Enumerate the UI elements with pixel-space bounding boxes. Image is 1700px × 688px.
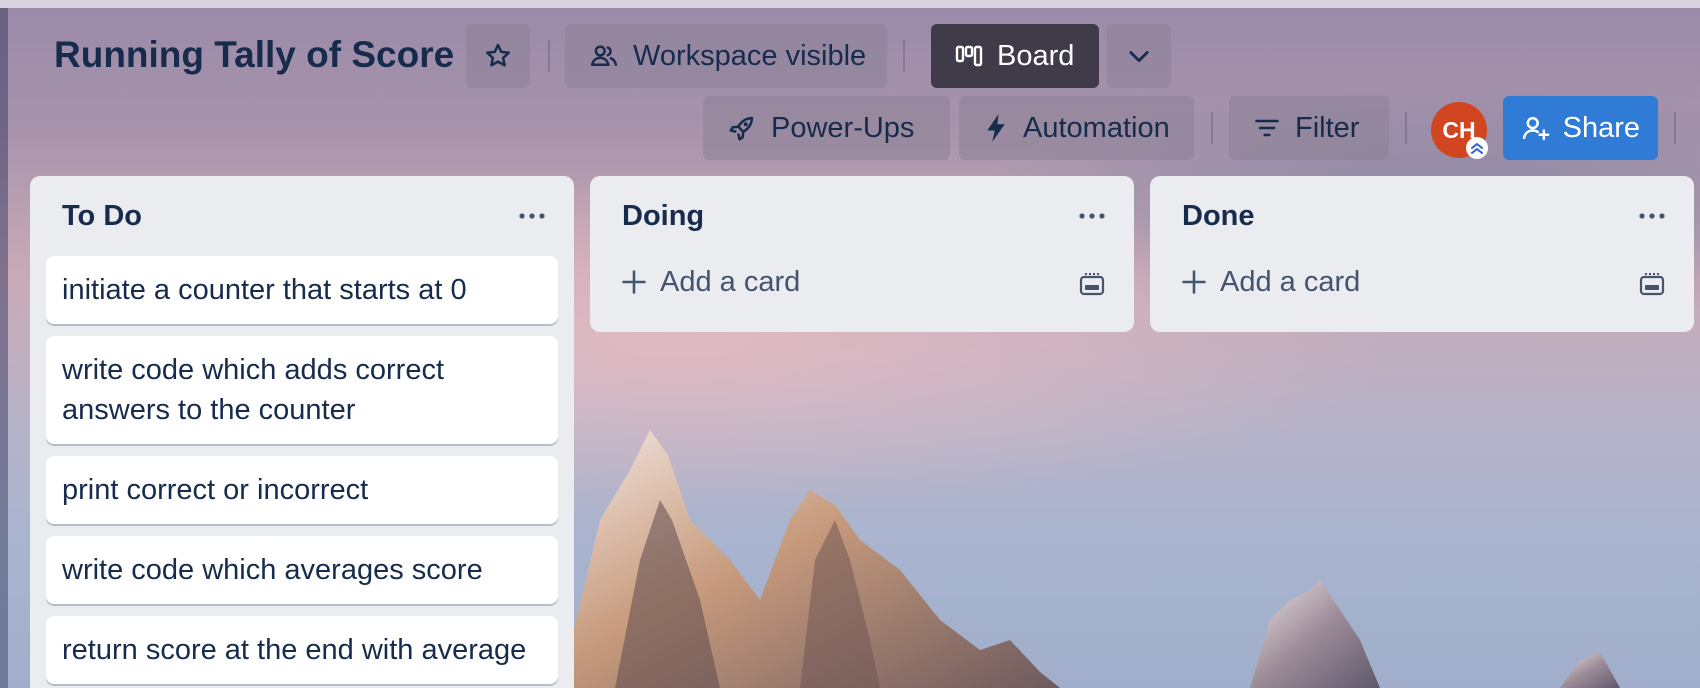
workspace-visibility-label: Workspace visible bbox=[633, 39, 867, 72]
card[interactable]: write code which averages score bbox=[46, 536, 558, 604]
board-title[interactable]: Running Tally of Score bbox=[54, 34, 454, 76]
list-menu-button[interactable] bbox=[516, 204, 548, 228]
share-label: Share bbox=[1562, 111, 1640, 144]
list-title[interactable]: Done bbox=[1182, 200, 1255, 233]
template-icon bbox=[1639, 273, 1665, 296]
board-view-label: Board bbox=[997, 39, 1075, 72]
rocket-icon bbox=[729, 116, 754, 141]
list-title[interactable]: Doing bbox=[622, 200, 704, 233]
template-icon bbox=[1079, 273, 1105, 296]
header-divider bbox=[1674, 112, 1676, 144]
header-divider bbox=[1405, 112, 1407, 144]
list-menu-button[interactable] bbox=[1076, 204, 1108, 228]
add-card-label: Add a card bbox=[660, 265, 801, 298]
lightning-icon bbox=[987, 114, 1005, 142]
plus-icon bbox=[622, 270, 646, 294]
chevron-down-icon bbox=[1129, 51, 1149, 63]
sidebar-edge bbox=[0, 8, 8, 688]
add-card-label: Add a card bbox=[1220, 265, 1361, 298]
automation-label: Automation bbox=[1023, 111, 1170, 144]
power-ups-label: Power-Ups bbox=[771, 111, 915, 144]
star-board-button[interactable] bbox=[466, 24, 530, 88]
card[interactable]: print correct or incorrect bbox=[46, 456, 558, 524]
board-view-button[interactable]: Board bbox=[931, 24, 1099, 88]
list-done[interactable]: Done Add a card bbox=[1150, 176, 1694, 332]
card[interactable]: initiate a counter that starts at 0 bbox=[46, 256, 558, 324]
add-card-button[interactable]: Add a card bbox=[1180, 262, 1360, 302]
create-from-template-button[interactable] bbox=[1078, 272, 1106, 303]
workspace-visibility-button[interactable]: Workspace visible bbox=[565, 24, 887, 88]
people-icon bbox=[590, 45, 618, 66]
add-person-icon bbox=[1522, 116, 1550, 141]
power-ups-button[interactable]: Power-Ups bbox=[703, 96, 950, 160]
list-menu-button[interactable] bbox=[1636, 204, 1668, 228]
filter-label: Filter bbox=[1295, 111, 1360, 144]
card[interactable]: return score at the end with average bbox=[46, 616, 558, 684]
add-card-button[interactable]: Add a card bbox=[620, 262, 800, 302]
more-icon bbox=[1639, 213, 1665, 219]
automation-button[interactable]: Automation bbox=[959, 96, 1194, 160]
filter-button[interactable]: Filter bbox=[1229, 96, 1389, 160]
header-divider bbox=[1211, 112, 1213, 144]
plus-icon bbox=[1182, 270, 1206, 294]
more-icon bbox=[519, 213, 545, 219]
create-from-template-button[interactable] bbox=[1638, 272, 1666, 303]
star-icon bbox=[486, 43, 510, 67]
list-to-do[interactable]: To Do initiate a counter that starts at … bbox=[30, 176, 574, 688]
chevrons-up-icon bbox=[1471, 143, 1483, 154]
window-top-edge bbox=[0, 0, 1700, 8]
share-button[interactable]: Share bbox=[1503, 96, 1658, 160]
header-divider bbox=[548, 40, 550, 72]
filter-icon bbox=[1255, 119, 1279, 137]
admin-badge bbox=[1466, 137, 1488, 159]
view-switcher-dropdown[interactable] bbox=[1107, 24, 1171, 88]
header-divider bbox=[903, 40, 905, 72]
list-title[interactable]: To Do bbox=[62, 200, 142, 233]
list-doing[interactable]: Doing Add a card bbox=[590, 176, 1134, 332]
more-icon bbox=[1079, 213, 1105, 219]
board-icon bbox=[955, 45, 983, 67]
card[interactable]: write code which adds correct answers to… bbox=[46, 336, 558, 444]
